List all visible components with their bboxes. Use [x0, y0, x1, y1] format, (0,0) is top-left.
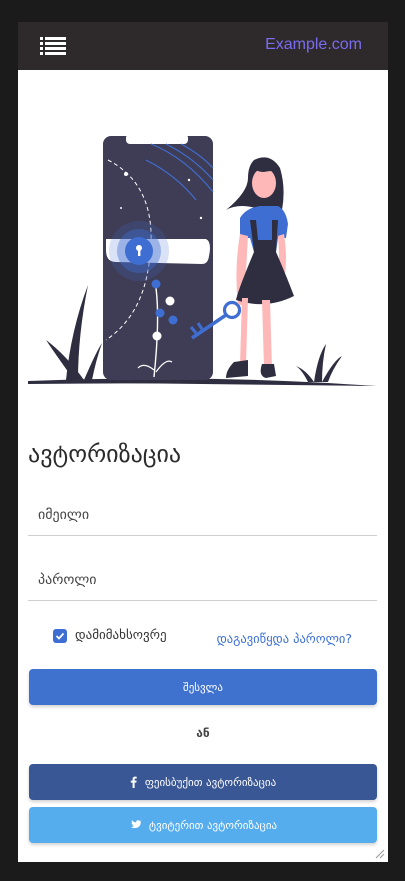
forgot-password-link[interactable]: დაგავიწყდა პაროლი? — [217, 631, 352, 646]
top-navbar: Example.com — [18, 22, 388, 70]
checkbox-checked-icon[interactable] — [53, 628, 67, 643]
page-title: ავტორიზაცია — [28, 440, 182, 468]
facebook-icon — [130, 776, 137, 788]
resize-handle-icon[interactable] — [375, 849, 385, 859]
remember-me-label: დამიმახსოვრე — [75, 628, 167, 643]
brand-link[interactable]: Example.com — [265, 36, 362, 54]
email-field[interactable] — [28, 494, 377, 536]
twitter-login-button[interactable]: ტვიტერით ავტორიზაცია — [29, 807, 377, 843]
login-button-label: შესვლა — [183, 680, 223, 694]
twitter-button-label: ტვიტერით ავტორიზაცია — [148, 818, 278, 832]
facebook-button-label: ფეისბუქით ავტორიზაცია — [144, 775, 277, 789]
list-menu-icon[interactable] — [40, 36, 66, 56]
app-frame: Example.com ავტორიზაცია იმეილი დამიმახსო… — [18, 22, 388, 862]
login-illustration — [28, 134, 378, 386]
password-field[interactable] — [28, 559, 377, 601]
or-divider: ან — [196, 726, 210, 740]
login-button[interactable]: შესვლა — [29, 669, 377, 705]
remember-me-checkbox[interactable]: დამიმახსოვრე — [53, 628, 167, 643]
twitter-icon — [130, 820, 141, 829]
facebook-login-button[interactable]: ფეისბუქით ავტორიზაცია — [29, 764, 377, 800]
